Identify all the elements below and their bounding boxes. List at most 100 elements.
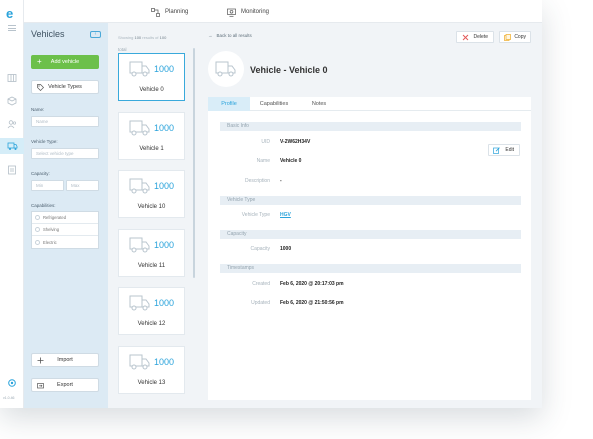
add-vehicle-button[interactable]: + Add vehicle	[31, 55, 99, 69]
checkbox-icon[interactable]	[35, 215, 40, 220]
nav-planning[interactable]: Planning	[151, 7, 188, 17]
vehicle-name: Vehicle 10	[137, 204, 166, 210]
back-label: Back to all results	[216, 33, 252, 38]
vehicle-type-label: Vehicle Type	[241, 212, 270, 218]
menu-icon[interactable]	[8, 25, 16, 31]
capability-label: Refrigerated	[43, 215, 67, 220]
capacity-filter-label: Capacity:	[31, 171, 50, 176]
tag-icon	[37, 84, 44, 91]
uid-label: UID	[261, 139, 270, 145]
type-filter-label: Vehicle Type:	[31, 139, 58, 144]
vehicle-card[interactable]: 1000 Vehicle 1	[118, 111, 185, 160]
vehicle-capacity: 1000	[154, 181, 175, 191]
nav-monitoring-label: Monitoring	[241, 9, 270, 15]
tab-profile[interactable]: Profile	[208, 97, 250, 111]
name-filter-input[interactable]: Name	[31, 116, 99, 127]
collapse-sidebar-icon[interactable]: ‹	[90, 31, 101, 38]
total-label: total	[118, 47, 127, 52]
vehicle-capacity: 1000	[154, 298, 175, 308]
top-navigation: Planning Monitoring	[24, 0, 542, 23]
copy-button[interactable]: Copy	[499, 31, 531, 43]
delete-icon	[462, 34, 469, 41]
package-icon[interactable]	[7, 96, 17, 106]
vehicle-name: Vehicle 0	[139, 87, 164, 93]
detail-panel: Profile Capabilities Notes Basic Info Ed…	[208, 97, 531, 400]
map-icon[interactable]	[7, 73, 17, 83]
checkbox-icon[interactable]	[35, 239, 40, 245]
export-button[interactable]: Export	[31, 378, 99, 392]
vehicle-type-select[interactable]: Select vehicle type	[31, 148, 99, 159]
capability-label: Shelving	[43, 227, 60, 232]
capacity-label: Capacity	[250, 246, 270, 252]
name-label: Name	[256, 158, 270, 164]
delete-button[interactable]: Delete	[456, 31, 494, 43]
icon-rail: e v1.0.46	[0, 0, 24, 408]
back-link[interactable]: → Back to all results	[208, 33, 252, 38]
edit-label: Edit	[505, 147, 514, 153]
page-title: Vehicle - Vehicle 0	[250, 65, 328, 75]
capacity-value: 1000	[280, 246, 292, 252]
vehicle-capacity: 1000	[154, 64, 175, 74]
vehicle-name: Vehicle 12	[137, 321, 166, 327]
vehicle-detail: → Back to all results Delete Copy Vehicl…	[196, 23, 542, 408]
vehicle-card[interactable]: 1000 Vehicle 12	[118, 287, 185, 335]
truck-icon	[129, 294, 151, 314]
capacity-min-input[interactable]: Min	[31, 180, 64, 191]
vehicle-card-list: Showing 100 results of 100 total 1000 Veh…	[108, 23, 196, 408]
import-button[interactable]: Import	[31, 353, 99, 367]
vehicle-card[interactable]: 1000 Vehicle 11	[118, 228, 185, 277]
truck-icon	[129, 119, 151, 139]
list-scrollbar[interactable]	[193, 48, 195, 278]
nav-monitoring[interactable]: Monitoring	[227, 7, 269, 17]
capacity-max-input[interactable]: Max	[66, 180, 99, 191]
import-label: Import	[57, 357, 73, 363]
sidebar-title: Vehicles	[31, 29, 65, 39]
capability-option[interactable]: Shelving	[32, 224, 98, 236]
vehicle-capacity: 1000	[154, 239, 175, 250]
delete-label: Delete	[473, 34, 488, 40]
vehicle-type-link[interactable]: HGV	[280, 212, 291, 218]
truck-icon	[215, 61, 236, 77]
section-vehicle-type: Vehicle Type	[220, 196, 521, 205]
truck-icon	[129, 177, 151, 197]
vehicle-types-button[interactable]: Vehicle Types	[31, 80, 99, 94]
tab-notes[interactable]: Notes	[302, 97, 336, 111]
settings-icon[interactable]	[7, 378, 17, 388]
section-capacity: Capacity	[220, 230, 521, 239]
description-label: Description	[244, 178, 270, 184]
vehicles-sidebar: Vehicles ‹ + Add vehicle Vehicle Types N…	[24, 23, 108, 408]
vehicle-card[interactable]: 1000 Vehicle 10	[118, 170, 185, 218]
checkbox-icon[interactable]	[35, 227, 40, 232]
capabilities-filter-label: Capabilities:	[31, 203, 56, 208]
users-icon[interactable]	[7, 119, 17, 129]
truck-icon	[129, 236, 151, 256]
uid-value: V-2W62H34V	[280, 139, 311, 145]
updated-label: Updated	[251, 300, 270, 306]
capabilities-list: Refrigerated Shelving Electric	[31, 211, 99, 249]
monitor-icon	[227, 8, 236, 17]
detail-tabs: Profile Capabilities Notes	[208, 97, 531, 111]
edit-icon	[493, 147, 500, 154]
copy-label: Copy	[514, 34, 526, 40]
results-count: Showing 100 results of 100	[118, 35, 167, 40]
app-version: v1.0.46	[3, 396, 15, 400]
warehouse-icon[interactable]	[7, 165, 17, 175]
vehicles-nav-icon[interactable]	[0, 138, 24, 154]
tab-capabilities[interactable]: Capabilities	[254, 97, 294, 111]
vehicle-card[interactable]: 1000 Vehicle 0	[118, 53, 185, 101]
description-value: -	[280, 178, 282, 184]
vehicle-avatar	[208, 51, 244, 87]
vehicle-types-label: Vehicle Types	[48, 84, 82, 90]
edit-button[interactable]: Edit	[488, 144, 520, 156]
capability-option[interactable]: Electric	[32, 236, 98, 248]
section-basic-info: Basic Info	[220, 122, 521, 131]
capability-option[interactable]: Refrigerated	[32, 212, 98, 224]
section-timestamps: Timestamps	[220, 264, 521, 273]
capability-label: Electric	[43, 239, 57, 245]
vehicle-card[interactable]: 1000 Vehicle 13	[118, 345, 185, 394]
name-value: Vehicle 0	[280, 158, 302, 164]
arrow-left-icon: →	[208, 33, 213, 38]
app-logo[interactable]: e	[6, 6, 13, 21]
add-vehicle-label: Add vehicle	[50, 59, 80, 65]
vehicle-capacity: 1000	[154, 122, 175, 133]
